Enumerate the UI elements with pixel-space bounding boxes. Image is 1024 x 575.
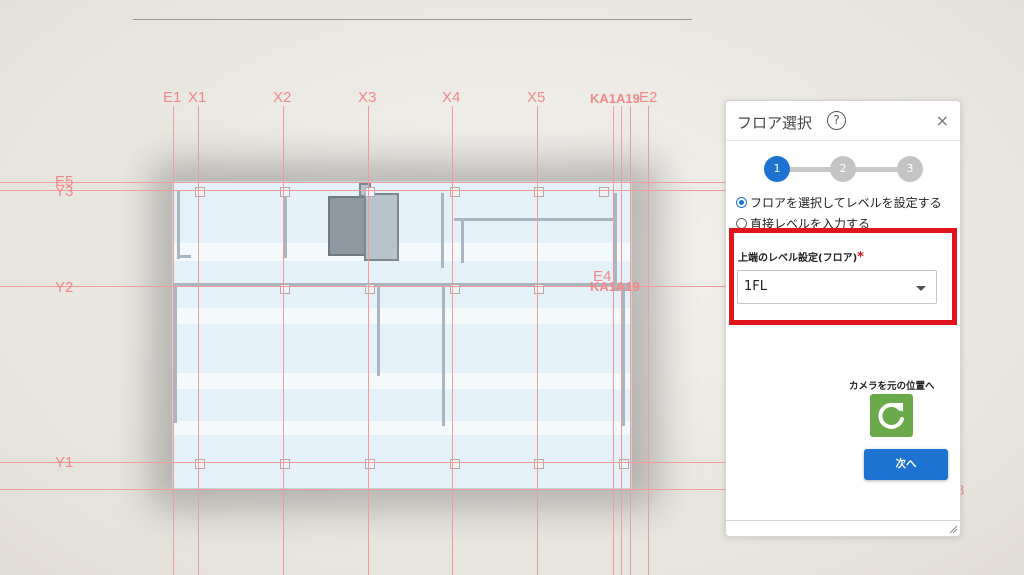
refresh-icon xyxy=(878,402,904,429)
grid-label-y3: Y3 xyxy=(55,183,74,200)
field-label-text: 上端のレベル設定(フロア) xyxy=(738,253,858,264)
grid-label-x1: X1 xyxy=(188,89,207,106)
grid-label-y1: Y1 xyxy=(55,454,74,471)
step-3: 3 xyxy=(897,156,923,182)
grid-line-ka2 xyxy=(621,106,622,575)
panel-title: フロア選択 xyxy=(737,114,813,132)
column xyxy=(280,459,290,469)
grid-label-ka: KA1A19 xyxy=(590,91,640,106)
camera-reset-button[interactable] xyxy=(870,394,913,437)
grid-line-ka3 xyxy=(630,106,631,575)
radio-label: フロアを選択してレベルを設定する xyxy=(750,196,942,210)
plan-wall xyxy=(622,286,625,426)
step-2: 2 xyxy=(830,156,856,182)
grid-label-x3: X3 xyxy=(358,89,377,106)
grid-line-e2 xyxy=(648,106,649,575)
plan-band xyxy=(174,243,630,261)
plan-wall xyxy=(442,286,445,426)
required-mark: * xyxy=(857,250,864,265)
plan-wall xyxy=(284,193,287,258)
close-icon[interactable]: × xyxy=(936,111,949,130)
plan-wall xyxy=(461,218,464,263)
elevator-room xyxy=(364,193,399,261)
grid-label-e2: E2 xyxy=(639,89,658,106)
plan-wall xyxy=(454,218,614,221)
plan-wall xyxy=(177,255,191,258)
plan-wall xyxy=(377,286,380,376)
grid-line-e3 xyxy=(0,489,726,490)
plan-wall xyxy=(177,191,180,259)
grid-label-x5: X5 xyxy=(527,89,546,106)
grid-line-x3 xyxy=(368,106,369,575)
grid-line-e5 xyxy=(0,182,726,183)
column xyxy=(195,187,205,197)
grid-line-x2 xyxy=(283,106,284,575)
grid-label-x2: X2 xyxy=(273,89,292,106)
plan-wall xyxy=(441,193,444,268)
radio-select-floor[interactable]: フロアを選択してレベルを設定する xyxy=(736,194,942,211)
grid-line-x1 xyxy=(198,106,199,575)
plan-band xyxy=(174,373,630,389)
column xyxy=(534,187,544,197)
panel-header: フロア選択 ? × xyxy=(726,101,960,141)
column xyxy=(280,187,290,197)
grid-line-e1 xyxy=(173,106,174,575)
grid-line-ka1 xyxy=(613,106,614,575)
help-icon[interactable]: ? xyxy=(827,111,846,130)
grid-label-e1: E1 xyxy=(163,89,182,106)
grid-label-ka-mid: KA1A19 xyxy=(590,279,640,294)
plan-wall xyxy=(174,283,177,423)
panel-footer-divider xyxy=(726,520,960,521)
plan-band xyxy=(174,308,630,324)
grid-label-x4: X4 xyxy=(442,89,461,106)
column xyxy=(365,459,375,469)
plan-band xyxy=(174,421,630,435)
horizon-line xyxy=(133,19,692,20)
resize-grip-icon[interactable] xyxy=(949,525,958,534)
plan-wall xyxy=(614,193,617,283)
column xyxy=(195,459,205,469)
select-value: 1FL xyxy=(744,279,767,294)
grid-line-y3 xyxy=(0,190,726,191)
grid-line-x4 xyxy=(452,106,453,575)
radio-button-checked[interactable] xyxy=(736,197,747,208)
column xyxy=(365,187,375,197)
floor-plan[interactable] xyxy=(172,181,632,490)
grid-line-y1 xyxy=(0,462,726,463)
column xyxy=(534,459,544,469)
chevron-down-icon xyxy=(916,286,926,291)
field-label: 上端のレベル設定(フロア)* xyxy=(738,249,864,265)
next-button[interactable]: 次へ xyxy=(864,449,948,480)
grid-line-x5 xyxy=(537,106,538,575)
column xyxy=(599,187,609,197)
floor-level-select[interactable]: 1FL xyxy=(737,270,937,304)
step-1: 1 xyxy=(764,156,790,182)
camera-reset-label: カメラを元の位置へ xyxy=(849,381,935,392)
grid-label-y2: Y2 xyxy=(55,279,74,296)
